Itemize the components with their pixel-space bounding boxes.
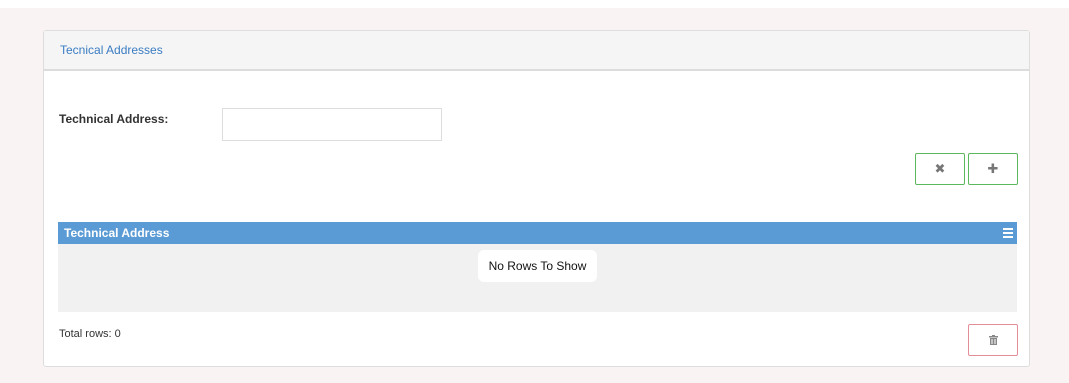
grid-header: Technical Address xyxy=(58,222,1017,244)
panel-title: Tecnical Addresses xyxy=(60,43,163,57)
technical-address-grid: Technical Address No Rows To Show xyxy=(58,222,1017,312)
page-top-strip xyxy=(0,0,1069,8)
panel-heading: Tecnical Addresses xyxy=(44,31,1029,71)
trash-icon xyxy=(988,335,998,345)
delete-button[interactable] xyxy=(968,324,1018,356)
menu-icon[interactable] xyxy=(1003,228,1013,238)
technical-address-label: Technical Address: xyxy=(59,112,169,126)
clear-button[interactable]: ✖ xyxy=(915,153,965,185)
empty-message: No Rows To Show xyxy=(488,259,587,273)
plus-icon: ✚ xyxy=(987,161,999,176)
close-icon: ✖ xyxy=(934,161,946,176)
add-button[interactable]: ✚ xyxy=(968,153,1018,185)
total-rows-text: Total rows: 0 xyxy=(59,328,121,340)
column-header-technical-address[interactable]: Technical Address xyxy=(64,226,169,240)
technical-addresses-panel: Tecnical Addresses Technical Address: ✖ … xyxy=(43,30,1030,367)
no-rows-overlay: No Rows To Show xyxy=(478,250,597,282)
technical-address-input[interactable] xyxy=(222,108,442,141)
